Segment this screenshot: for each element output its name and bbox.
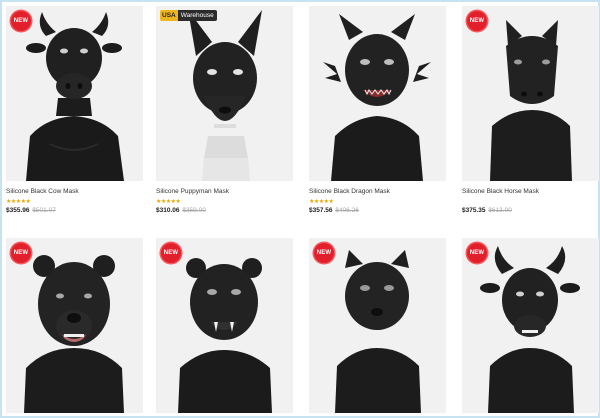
bear-mask-icon [24,255,124,413]
product-card-horse[interactable]: NEW Silicone Black Horse Mask $375.35 $6… [462,6,599,214]
dog-mask-icon [188,10,262,181]
product-title[interactable]: Silicone Black Cow Mask [6,188,143,197]
rating-stars-icon: ★★★★★ [6,199,31,205]
bull-mask-icon [480,246,580,413]
product-image[interactable]: NEW [6,6,143,181]
new-badge: NEW [314,243,334,263]
rating-stars-icon [462,199,599,206]
dragon-mask-icon [323,14,431,181]
product-image[interactable]: NEW [462,238,599,413]
price-row: $357.56 $406.26 [309,207,446,214]
price: $375.35 [462,207,486,214]
price: $310.06 [156,207,180,214]
product-card-panther[interactable]: NEW [309,238,446,413]
rating-stars-icon: ★★★★★ [156,199,181,205]
price: $357.56 [309,207,333,214]
product-image[interactable]: NEW [156,238,293,413]
product-image[interactable]: USA Warehouse [156,6,293,181]
price: $355.96 [6,207,30,214]
new-badge: NEW [467,243,487,263]
new-badge: NEW [467,11,487,31]
new-badge: NEW [11,11,31,31]
old-price: $501.07 [32,207,56,214]
old-price: $613.00 [488,207,512,214]
new-badge: NEW [11,243,31,263]
cow-mask-icon [26,12,124,181]
product-title[interactable]: Silicone Puppyman Mask [156,188,293,197]
product-title[interactable]: Silicone Black Horse Mask [462,188,599,197]
warehouse-label: Warehouse [177,10,217,21]
product-image[interactable] [309,6,446,181]
tiger-mask-icon [178,258,272,413]
product-image[interactable]: NEW [6,238,143,413]
warehouse-badge: USA Warehouse [160,10,217,21]
product-card-puppyman[interactable]: USA Warehouse Silicone Puppyman Mask ★★★… [156,6,293,214]
product-image[interactable]: NEW [309,238,446,413]
price-row: $310.06 $359.00 [156,207,293,214]
product-card-dragon[interactable]: Silicone Black Dragon Mask ★★★★★ $357.56… [309,6,446,214]
new-badge: NEW [161,243,181,263]
product-image[interactable]: NEW [462,6,599,181]
product-card-tiger[interactable]: NEW [156,238,293,413]
old-price: $406.26 [335,207,359,214]
price-row: $375.35 $613.00 [462,207,599,214]
price-row: $355.96 $501.07 [6,207,143,214]
product-grid: NEW Silicone Black Cow Mask ★★★★★ $355.9… [0,0,600,418]
old-price: $359.00 [182,207,206,214]
product-card-bull[interactable]: NEW [462,238,599,413]
product-card-cow[interactable]: NEW Silicone Black Cow Mask ★★★★★ $355.9… [6,6,143,214]
horse-mask-icon [490,20,572,181]
product-card-bear[interactable]: NEW [6,238,143,413]
product-title[interactable]: Silicone Black Dragon Mask [309,188,446,197]
rating-stars-icon: ★★★★★ [309,199,334,205]
panther-mask-icon [335,250,421,413]
warehouse-prefix: USA [160,10,178,21]
